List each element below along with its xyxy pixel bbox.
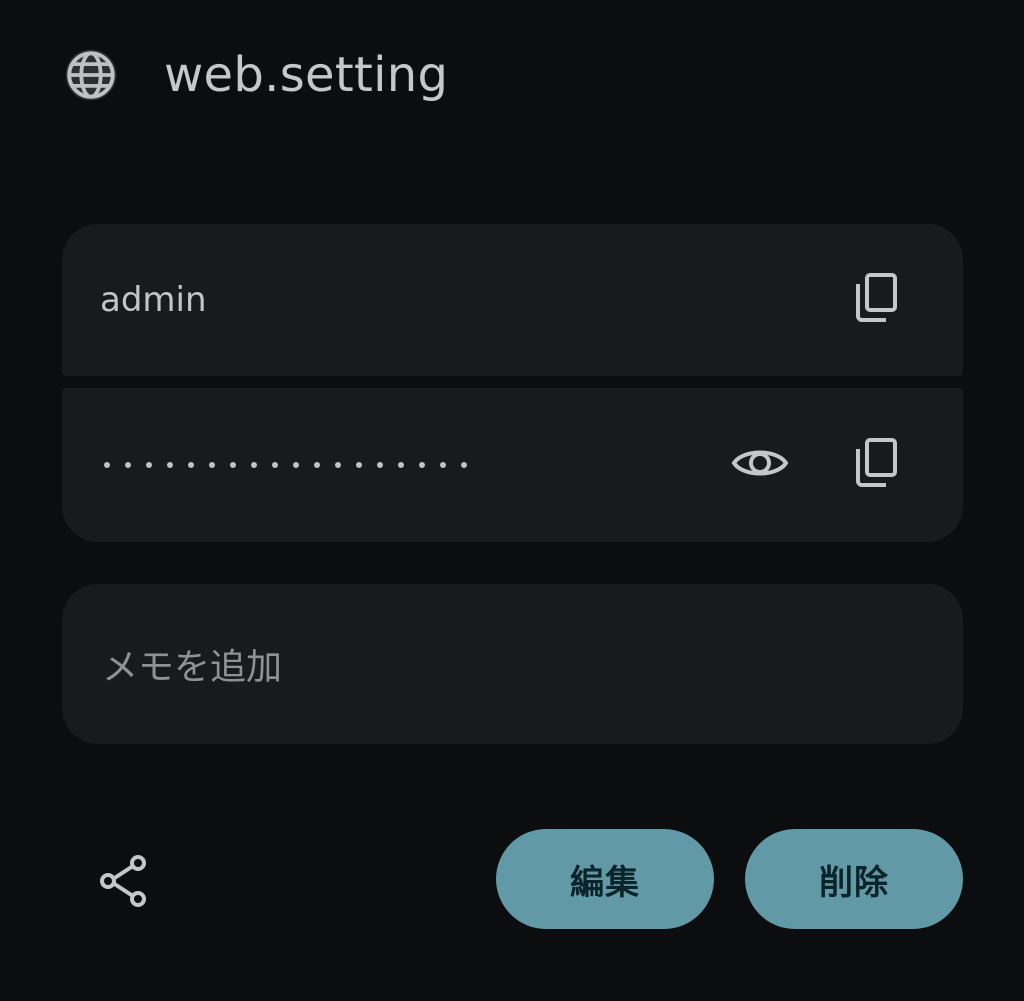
password-dot [104,462,110,468]
delete-button[interactable]: 削除 [745,829,963,929]
copy-username-button[interactable] [851,272,901,328]
password-dot [167,462,173,468]
username-value: admin [100,280,207,320]
password-dot [293,462,299,468]
password-dot [356,462,362,468]
password-dot [335,462,341,468]
username-field[interactable]: admin [62,224,963,376]
eye-icon [731,443,789,487]
password-dot [272,462,278,468]
password-dot [461,462,467,468]
memo-placeholder: メモを追加 [102,647,283,688]
share-icon [98,854,150,912]
password-dot [419,462,425,468]
edit-button[interactable]: 編集 [496,829,714,929]
password-dot [209,462,215,468]
share-button[interactable] [98,854,150,912]
password-dot [188,462,194,468]
reveal-password-button[interactable] [730,442,790,488]
password-dot [398,462,404,468]
copy-icon [853,272,899,328]
password-dot [314,462,320,468]
password-dot [146,462,152,468]
copy-password-button[interactable] [851,437,901,493]
copy-icon [853,437,899,493]
password-dot [440,462,446,468]
password-masked-value [104,462,467,468]
globe-icon [62,46,120,104]
header: web.setting [62,40,448,110]
entry-title: web.setting [164,47,449,103]
password-dot [251,462,257,468]
password-field[interactable] [62,388,963,542]
password-dot [377,462,383,468]
memo-field[interactable]: メモを追加 [62,584,963,744]
password-dot [125,462,131,468]
password-dot [230,462,236,468]
